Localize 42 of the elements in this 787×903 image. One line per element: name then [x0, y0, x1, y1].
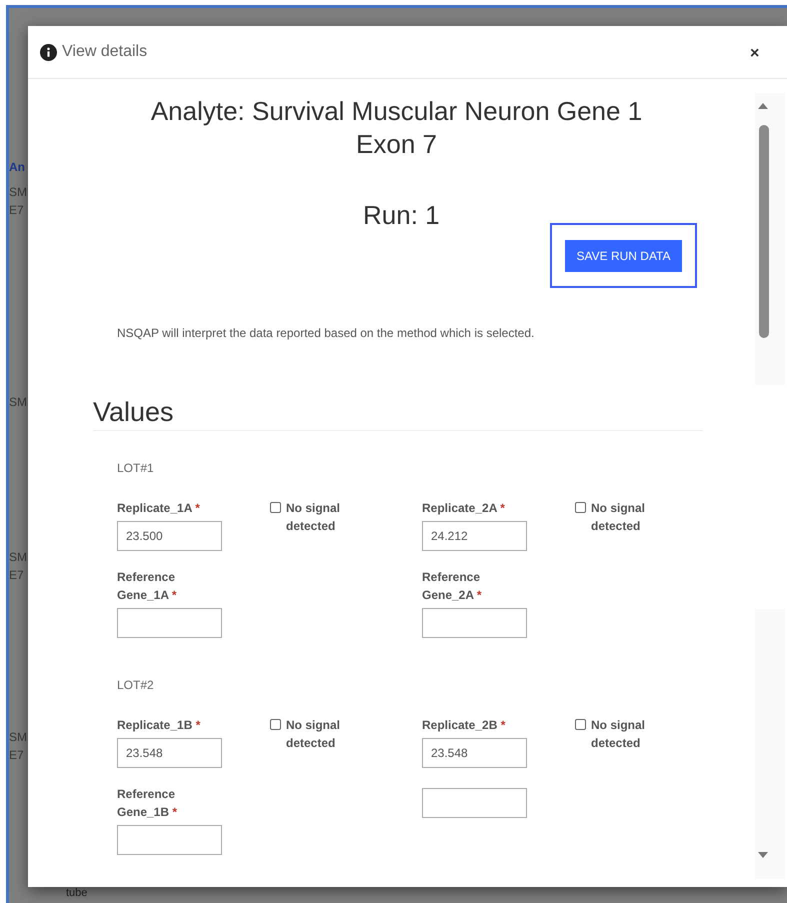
checkbox-label: No signal detected — [591, 500, 646, 535]
field-label: Reference Gene_2A * — [422, 568, 483, 604]
lot-label: LOT#2 — [117, 676, 155, 694]
dialog-title: View details — [62, 42, 148, 62]
scroll-down-icon[interactable] — [757, 851, 769, 859]
input-field[interactable] — [117, 824, 222, 855]
checkbox[interactable] — [575, 502, 586, 513]
table-cell-text: SMI — [9, 394, 28, 411]
table-cell-text: SMI E7 — [9, 549, 28, 584]
lot-label: LOT#1 — [117, 460, 155, 477]
field-label: Replicate_1A * — [117, 500, 200, 517]
info-text: NSQAP will interpret the data reported based on the method which is selected. — [117, 325, 536, 342]
scrollbar-track[interactable] — [755, 609, 785, 879]
table-cell: tube — [66, 886, 88, 900]
field-label: Replicate_1B * — [117, 716, 200, 734]
table-cell-text: SMI E7 — [9, 729, 28, 764]
scroll-up-icon[interactable] — [757, 102, 769, 110]
section-title: Values — [93, 398, 703, 431]
input-field[interactable]: 23.548 — [422, 738, 527, 768]
field-label: Replicate_2B * — [422, 716, 506, 734]
close-button[interactable]: × — [750, 46, 760, 62]
table-cell-text: SMI E7 — [9, 184, 28, 219]
input-field[interactable] — [422, 608, 527, 638]
field-label: Replicate_2A * — [422, 500, 505, 517]
checkbox[interactable] — [270, 502, 281, 513]
save-run-data-button[interactable]: SAVE RUN DATA — [565, 240, 682, 272]
checkbox-label: No signal detected — [286, 500, 342, 535]
run-heading: Run: 1 — [363, 199, 440, 232]
checkbox[interactable] — [575, 718, 586, 730]
checkbox-label: No signal detected — [286, 716, 342, 752]
field-label: Reference Gene_1B * — [117, 786, 178, 821]
checkbox-label: No signal detected — [591, 716, 646, 752]
input-field[interactable] — [117, 608, 222, 638]
scrollbar-thumb[interactable] — [759, 125, 769, 338]
analyte-heading: Analyte: Survival Muscular Neuron Gene 1 Exon 7 — [150, 95, 644, 160]
input-field[interactable] — [422, 788, 527, 818]
input-field[interactable]: 24.212 — [422, 520, 527, 551]
info-icon — [40, 44, 57, 60]
field-label: Reference Gene_1A * — [117, 568, 178, 604]
input-field[interactable]: 23.500 — [117, 520, 222, 551]
checkbox[interactable] — [270, 718, 281, 730]
input-field[interactable]: 23.548 — [117, 738, 222, 768]
